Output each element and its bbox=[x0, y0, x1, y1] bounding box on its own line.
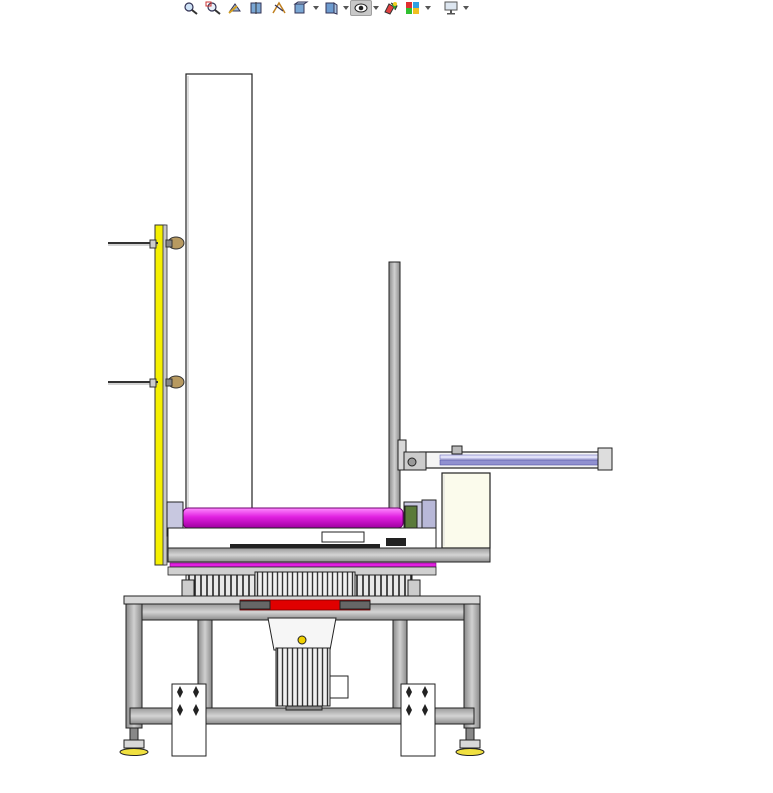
hide-show-items-dropdown-icon[interactable] bbox=[372, 0, 380, 16]
graphics-area[interactable] bbox=[0, 20, 773, 793]
mounting-plate-right bbox=[400, 683, 436, 757]
view-orientation-dropdown-icon[interactable] bbox=[312, 0, 320, 16]
guide-rod-lower bbox=[108, 375, 185, 389]
apply-scene-icon[interactable] bbox=[402, 0, 424, 16]
pneumatic-cylinder bbox=[403, 445, 613, 471]
view-orientation-icon[interactable] bbox=[290, 0, 312, 16]
base-frame-top-beam bbox=[123, 595, 481, 621]
upright-panel bbox=[185, 73, 253, 515]
zoom-to-fit-icon[interactable] bbox=[180, 0, 202, 16]
mounting-plate-left bbox=[171, 683, 207, 757]
leveling-foot-left bbox=[119, 727, 149, 756]
display-style-icon[interactable] bbox=[320, 0, 342, 16]
section-view-icon[interactable] bbox=[246, 0, 268, 16]
previous-view-icon[interactable] bbox=[224, 0, 246, 16]
control-box bbox=[441, 472, 491, 549]
display-style-dropdown-icon[interactable] bbox=[342, 0, 350, 16]
drive-motor bbox=[267, 617, 349, 711]
view-toolbar bbox=[180, 0, 470, 16]
edit-appearance-icon[interactable] bbox=[380, 0, 402, 16]
dynamic-annotation-views-icon[interactable] bbox=[268, 0, 290, 16]
apply-scene-dropdown-icon[interactable] bbox=[424, 0, 432, 16]
leveling-foot-right bbox=[455, 727, 485, 756]
view-settings-dropdown-icon[interactable] bbox=[462, 0, 470, 16]
yellow-guide-rail bbox=[154, 224, 168, 566]
vertical-post bbox=[388, 261, 407, 511]
hide-show-items-icon[interactable] bbox=[350, 0, 372, 16]
view-settings-icon[interactable] bbox=[440, 0, 462, 16]
zoom-to-area-icon[interactable] bbox=[202, 0, 224, 16]
guide-rod-upper bbox=[108, 236, 185, 250]
